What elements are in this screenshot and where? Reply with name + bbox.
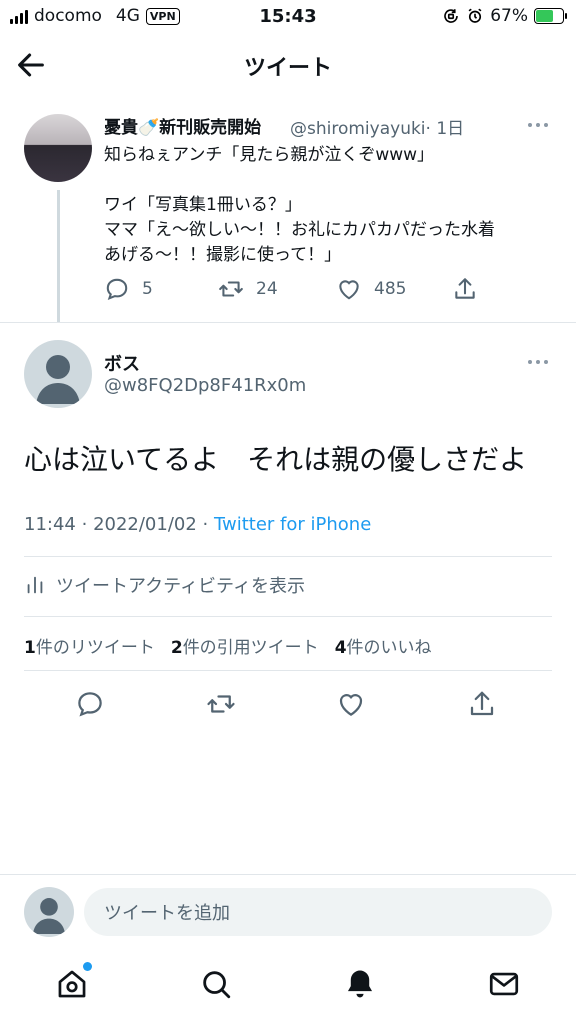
tweet-source-link[interactable]: Twitter for iPhone xyxy=(214,514,371,535)
retweets-stat-count: 1 xyxy=(24,638,36,658)
reply-button[interactable] xyxy=(70,684,110,724)
divider xyxy=(24,556,552,557)
home-icon xyxy=(58,970,86,998)
status-bar: docomo 4G VPN 15:43 67% xyxy=(0,0,576,34)
heart-icon xyxy=(339,694,363,716)
tweet-time: 11:44 xyxy=(24,514,76,535)
parent-tweet-actions: 5 24 485 xyxy=(104,276,544,306)
notification-dot xyxy=(83,962,92,971)
bell-icon xyxy=(347,970,373,998)
heart-icon xyxy=(339,280,359,300)
tab-search[interactable] xyxy=(196,964,236,1004)
reply-count: 5 xyxy=(142,279,153,299)
parent-tweet-handle[interactable]: @shiromiyayuki xyxy=(290,119,426,139)
tab-home[interactable] xyxy=(52,962,92,1004)
like-count: 485 xyxy=(374,279,407,299)
analytics-icon xyxy=(27,576,43,594)
retweet-icon xyxy=(207,695,235,713)
share-button[interactable] xyxy=(462,684,502,724)
reply-icon xyxy=(106,278,128,300)
status-right: 67% xyxy=(442,6,567,26)
main-tweet-author-name[interactable]: ボス xyxy=(104,350,140,376)
tab-notifications[interactable] xyxy=(340,964,380,1004)
retweet-icon xyxy=(219,281,243,297)
likes-stat-count: 4 xyxy=(334,638,347,658)
main-tweet-text: 心は泣いてるよ それは親の優しさだよ xyxy=(24,443,528,476)
tweet-stats: 1件のリツイート 2件の引用ツイート 4件のいいね xyxy=(24,633,432,658)
battery-label: 67% xyxy=(490,6,528,26)
likes-stat-label: 件のいいね xyxy=(346,638,432,658)
divider xyxy=(0,322,576,323)
retweet-count: 24 xyxy=(256,279,278,299)
nav-header: ツイート xyxy=(0,34,576,96)
reply-input[interactable]: ツイートを追加 xyxy=(84,888,552,936)
main-tweet-avatar[interactable] xyxy=(24,340,92,408)
parent-tweet-time: · 1日 xyxy=(425,119,465,139)
share-icon xyxy=(470,691,494,716)
divider xyxy=(24,670,552,671)
reply-icon xyxy=(78,692,102,717)
tweet-date: 2022/01/02 xyxy=(93,514,197,535)
parent-tweet-text: 知らねぇアンチ「見たら親が泣くぞwww」 ワイ「写真集1冊いる？」 ママ「え〜欲… xyxy=(104,145,495,265)
orientation-lock-icon xyxy=(444,9,459,23)
likes-stat[interactable]: 4件のいいね xyxy=(335,633,432,658)
mail-icon xyxy=(489,972,519,996)
share-button[interactable] xyxy=(452,276,478,302)
parent-tweet-meta: @shiromiyayuki· 1日 xyxy=(290,114,464,139)
retweet-button[interactable] xyxy=(201,684,241,724)
user-avatar[interactable] xyxy=(24,887,74,937)
share-icon xyxy=(455,278,475,299)
reply-bar: ツイートを追加 xyxy=(0,874,576,950)
tweet-activity-label: ツイートアクティビティを表示 xyxy=(56,576,305,597)
retweet-button[interactable]: 24 xyxy=(218,276,278,302)
retweets-stat-label: 件のリツイート xyxy=(35,638,155,658)
default-avatar-icon xyxy=(32,898,66,935)
battery-icon xyxy=(534,8,567,24)
search-icon xyxy=(203,971,231,999)
main-tweet-actions xyxy=(0,684,576,724)
quotes-stat-label: 件の引用ツイート xyxy=(182,638,319,658)
tweet-meta: 11:44 · 2022/01/02 · Twitter for iPhone xyxy=(24,514,372,535)
like-button[interactable] xyxy=(331,684,371,724)
page-title: ツイート xyxy=(243,56,332,81)
main-tweet-handle[interactable]: @w8FQ2Dp8F41Rx0m xyxy=(104,375,306,396)
quotes-stat-count: 2 xyxy=(170,638,183,658)
default-avatar-icon xyxy=(36,355,80,404)
tab-bar xyxy=(0,950,576,1024)
reply-button[interactable]: 5 xyxy=(104,276,153,302)
retweets-stat[interactable]: 1件のリツイート xyxy=(24,633,155,658)
alarm-icon xyxy=(468,8,482,23)
tab-messages[interactable] xyxy=(484,964,524,1004)
more-icon[interactable] xyxy=(528,360,548,364)
parent-tweet-avatar[interactable] xyxy=(24,114,92,182)
tweet-activity-link[interactable]: ツイートアクティビティを表示 xyxy=(24,572,305,598)
parent-tweet-author-name[interactable]: 憂貴🍼新刊販売開始 xyxy=(104,113,261,138)
thread-line xyxy=(57,190,60,322)
quotes-stat[interactable]: 2件の引用ツイート xyxy=(171,633,319,658)
more-icon[interactable] xyxy=(528,123,548,127)
like-button[interactable]: 485 xyxy=(336,276,406,302)
divider xyxy=(24,616,552,617)
